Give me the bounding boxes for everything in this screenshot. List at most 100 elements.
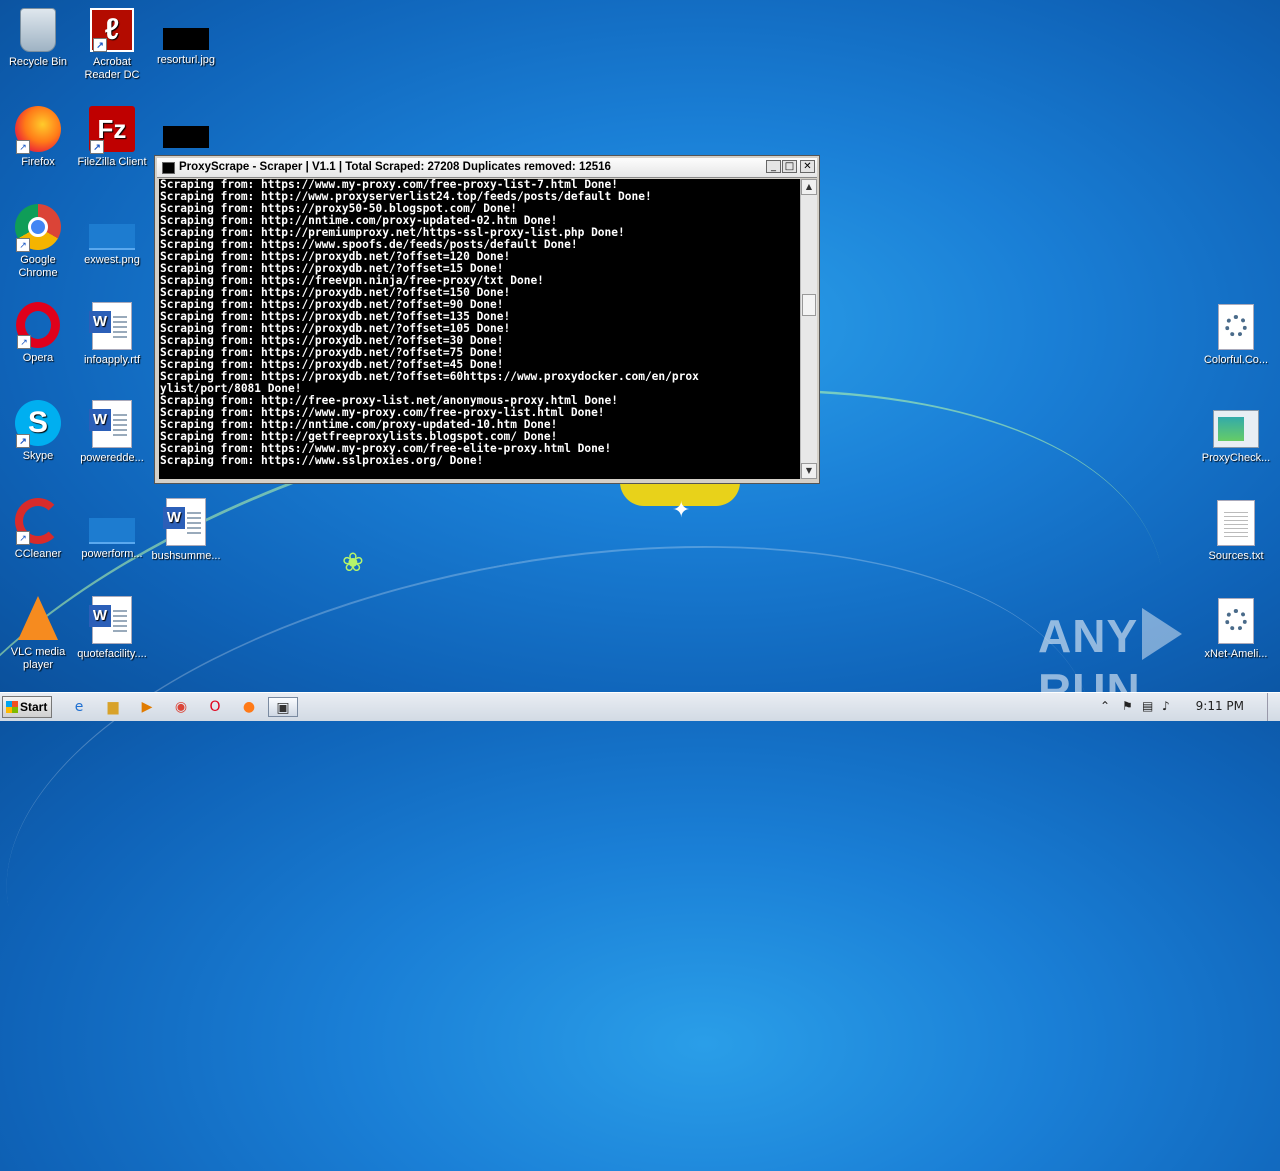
show-desktop-button[interactable] bbox=[1267, 693, 1280, 721]
chrome-icon: ↗ bbox=[15, 204, 61, 252]
shortcut-arrow-icon: ↗ bbox=[16, 140, 30, 154]
word-document-icon: W bbox=[89, 400, 132, 448]
show-hidden-icons-icon[interactable]: ⌃ bbox=[1100, 699, 1110, 713]
desktop-icon-label: exwest.png bbox=[84, 254, 140, 266]
desktop-icon-label: FileZilla Client bbox=[77, 156, 147, 168]
desktop-icon-firefox[interactable]: ↗ Firefox bbox=[0, 106, 76, 169]
word-document-icon: W bbox=[163, 498, 206, 546]
desktop-icon-label: powerform... bbox=[81, 548, 143, 560]
desktop-icon-powereddе[interactable]: W powereddе... bbox=[74, 400, 150, 465]
desktop-icon-infoapply[interactable]: W infoapply.rtf bbox=[74, 302, 150, 367]
desktop-icon-label: Sources.txt bbox=[1208, 550, 1264, 562]
shortcut-arrow-icon: ↗ bbox=[16, 531, 30, 545]
desktop-icon-label: Opera bbox=[22, 352, 54, 364]
play-icon bbox=[1142, 608, 1183, 660]
desktop-icon-label: ProxyCheck... bbox=[1201, 452, 1271, 464]
desktop-icon-label: Firefox bbox=[21, 156, 55, 168]
maximize-button[interactable]: □ bbox=[782, 160, 797, 173]
taskbar: Start e ▆ ▶ ◉ O ● ▣ ⌃ ⚑ ▤ ♪ 9:11 PM bbox=[0, 692, 1280, 721]
wallpaper-sparkle: ✦ bbox=[672, 498, 691, 523]
desktop-icon-acrobat[interactable]: ℓ ↗ Acrobat Reader DC bbox=[74, 8, 150, 82]
scroll-down-button[interactable]: ▼ bbox=[801, 463, 817, 479]
desktop-icon-label: resorturl.jpg bbox=[156, 54, 216, 66]
shortcut-arrow-icon: ↗ bbox=[16, 238, 30, 252]
desktop-icon-powerform[interactable]: powerform... bbox=[74, 498, 150, 561]
desktop-icon-label: VLC media player bbox=[10, 646, 66, 671]
desktop-icon-vlc[interactable]: VLC media player bbox=[0, 596, 76, 672]
console-line: Scraping from: https://www.sslproxies.or… bbox=[160, 454, 484, 467]
desktop-icon-label: bushsumme... bbox=[151, 550, 221, 562]
watermark-left-text: ANY bbox=[1038, 610, 1139, 662]
media-player-icon[interactable]: ▶ bbox=[136, 697, 158, 717]
recycle-bin-icon bbox=[20, 8, 56, 52]
desktop-icon-recycle-bin[interactable]: Recycle Bin bbox=[0, 8, 76, 69]
opera-icon: ↗ bbox=[16, 302, 60, 349]
console-output[interactable]: Scraping from: https://www.my-proxy.com/… bbox=[159, 179, 800, 479]
desktop-icon-exwest[interactable]: exwest.png bbox=[74, 204, 150, 267]
internet-explorer-icon[interactable]: e bbox=[68, 697, 90, 717]
skype-icon: S ↗ bbox=[15, 400, 61, 448]
network-icon[interactable]: ▤ bbox=[1142, 699, 1153, 713]
application-icon bbox=[1213, 410, 1259, 448]
close-button[interactable]: ✕ bbox=[800, 160, 815, 173]
wallpaper-sprout: ❀ bbox=[342, 548, 364, 578]
word-document-icon: W bbox=[89, 302, 132, 350]
vlc-icon bbox=[18, 596, 58, 640]
window-titlebar[interactable]: ProxyScrape - Scraper | V1.1 | Total Scr… bbox=[157, 158, 817, 178]
word-document-icon: W bbox=[89, 596, 132, 644]
console-window-icon bbox=[162, 162, 175, 174]
shortcut-arrow-icon: ↗ bbox=[90, 140, 104, 154]
desktop-icon-quotefacility[interactable]: W quotefacility.... bbox=[74, 596, 150, 661]
desktop-icon-proxycheck[interactable]: ProxyCheck... bbox=[1198, 402, 1274, 465]
desktop-icon-label: Acrobat Reader DC bbox=[84, 56, 140, 81]
minimize-button[interactable]: _ bbox=[766, 160, 781, 173]
shortcut-arrow-icon: ↗ bbox=[16, 434, 30, 448]
image-file-icon bbox=[163, 126, 209, 148]
window-title: ProxyScrape - Scraper | V1.1 | Total Scr… bbox=[179, 161, 611, 173]
firefox-icon[interactable]: ● bbox=[238, 697, 260, 717]
image-file-icon bbox=[163, 28, 209, 50]
desktop-icon-colorful[interactable]: Colorful.Co... bbox=[1198, 304, 1274, 367]
desktop-icon-opera[interactable]: ↗ Opera bbox=[0, 302, 76, 365]
scroll-thumb[interactable] bbox=[802, 294, 816, 316]
desktop-icon-label: powereddе... bbox=[80, 452, 144, 464]
windows-logo-icon bbox=[6, 701, 18, 713]
firefox-icon: ↗ bbox=[15, 106, 61, 154]
system-tray: ⌃ ⚑ ▤ ♪ 9:11 PM bbox=[1100, 693, 1280, 721]
clock[interactable]: 9:11 PM bbox=[1196, 699, 1244, 713]
console-window[interactable]: ProxyScrape - Scraper | V1.1 | Total Scr… bbox=[154, 155, 820, 484]
desktop-icon-label: infoapply.rtf bbox=[83, 354, 141, 366]
desktop-icon-label: Colorful.Co... bbox=[1203, 354, 1269, 366]
settings-file-icon bbox=[1218, 304, 1254, 350]
opera-icon[interactable]: O bbox=[204, 697, 226, 717]
shortcut-arrow-icon: ↗ bbox=[17, 335, 31, 349]
desktop-icon-resorturl[interactable]: resorturl.jpg bbox=[148, 8, 224, 67]
desktop-icon-filezilla[interactable]: Fz ↗ FileZilla Client bbox=[74, 106, 150, 169]
ccleaner-icon: ↗ bbox=[15, 498, 61, 545]
desktop-icon-sources[interactable]: Sources.txt bbox=[1198, 500, 1274, 563]
desktop-icon-label: CCleaner bbox=[14, 548, 62, 560]
shortcut-arrow-icon: ↗ bbox=[93, 38, 107, 52]
console-window-taskbar-button[interactable]: ▣ bbox=[268, 697, 298, 717]
image-file-icon bbox=[89, 518, 135, 544]
action-center-icon[interactable]: ⚑ bbox=[1122, 699, 1133, 713]
desktop-icon-chrome[interactable]: ↗ Google Chrome bbox=[0, 204, 76, 280]
desktop-icon-label: quotefacility.... bbox=[77, 648, 147, 660]
desktop-icon-label: Skype bbox=[22, 450, 54, 462]
desktop-icon-label: Google Chrome bbox=[18, 254, 58, 279]
desktop-icon-bushsumme[interactable]: W bushsumme... bbox=[148, 498, 224, 563]
file-explorer-icon[interactable]: ▆ bbox=[102, 697, 124, 717]
text-file-icon bbox=[1217, 500, 1255, 546]
desktop-icon-label: Recycle Bin bbox=[8, 56, 68, 68]
start-button[interactable]: Start bbox=[2, 696, 52, 718]
desktop-icon-ccleaner[interactable]: ↗ CCleaner bbox=[0, 498, 76, 561]
desktop-icon-hidden-file[interactable] bbox=[148, 106, 224, 152]
volume-icon[interactable]: ♪ bbox=[1162, 699, 1170, 713]
start-label: Start bbox=[20, 700, 48, 714]
image-file-icon bbox=[89, 224, 135, 250]
chrome-icon[interactable]: ◉ bbox=[170, 697, 192, 717]
desktop-icon-skype[interactable]: S ↗ Skype bbox=[0, 400, 76, 463]
vertical-scrollbar[interactable]: ▲ ▼ bbox=[800, 179, 817, 479]
filezilla-icon: Fz ↗ bbox=[89, 106, 135, 154]
scroll-up-button[interactable]: ▲ bbox=[801, 179, 817, 195]
